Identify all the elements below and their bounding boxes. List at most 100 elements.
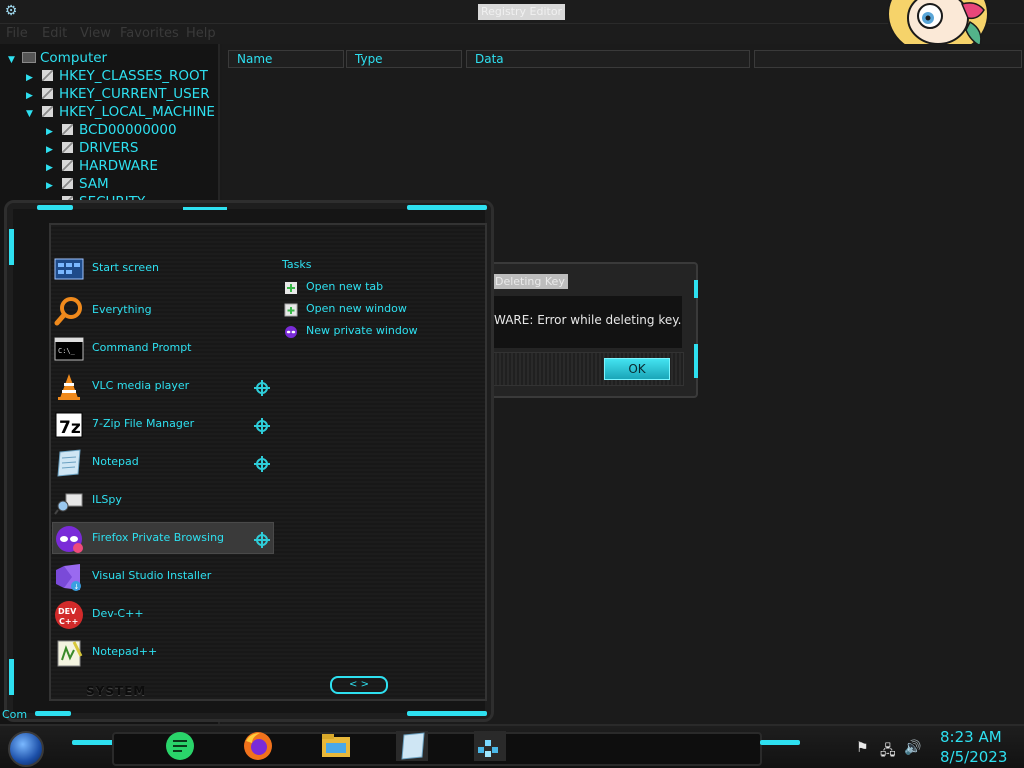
task-label: Open new window <box>306 302 407 315</box>
list-header: Name Type Data <box>222 50 1024 68</box>
file-explorer-icon[interactable] <box>320 731 352 761</box>
system-label: SYSTEM <box>86 684 147 698</box>
taskbar <box>0 724 1024 768</box>
folder-icon <box>42 88 53 99</box>
regedit-icon[interactable] <box>474 731 506 761</box>
folder-icon <box>62 142 73 153</box>
frame-accent <box>694 344 698 378</box>
tree-node-computer[interactable]: ▼ Computer <box>8 49 107 67</box>
tree-node-bcd[interactable]: ▶ BCD00000000 <box>46 121 177 139</box>
tree-label: Computer <box>40 50 108 66</box>
notepad-icon <box>57 449 81 477</box>
tree-node-hkcr[interactable]: ▶ HKEY_CLASSES_ROOT <box>26 67 208 85</box>
volume-icon[interactable]: 🔊 <box>904 740 921 756</box>
start-orb-button[interactable] <box>8 731 44 767</box>
start-item-label: 7-Zip File Manager <box>92 417 195 430</box>
pin-icon[interactable] <box>254 532 270 548</box>
start-item-label: Dev-C++ <box>92 607 144 620</box>
svg-text:↓: ↓ <box>74 583 80 591</box>
start-item-7zip[interactable]: 7z 7-Zip File Manager <box>52 408 272 442</box>
taskbar-track <box>112 732 762 766</box>
ok-button[interactable]: OK <box>604 358 670 380</box>
task-label: New private window <box>306 324 418 337</box>
folder-icon <box>62 124 73 135</box>
vlc-cone-icon <box>58 374 80 400</box>
start-item-vs-installer[interactable]: ↓ Visual Studio Installer <box>52 560 272 594</box>
tree-label: HKEY_LOCAL_MACHINE <box>59 104 215 120</box>
folder-icon <box>42 70 53 81</box>
start-item-label: Start screen <box>92 261 159 274</box>
start-item-label: Everything <box>92 303 152 316</box>
tree-node-hkcu[interactable]: ▶ HKEY_CURRENT_USER <box>26 85 210 103</box>
start-menu-nav-arrows[interactable]: < > <box>330 676 388 694</box>
task-label: Open new tab <box>306 280 384 293</box>
tree-label: DRIVERS <box>79 140 139 156</box>
svg-text:C:\_: C:\_ <box>58 347 76 355</box>
tree-node-drivers[interactable]: ▶ DRIVERS <box>46 139 138 157</box>
pin-icon[interactable] <box>254 380 270 396</box>
7zip-icon: 7z <box>55 412 83 438</box>
start-item-ilspy[interactable]: ILSpy <box>52 484 272 518</box>
start-item-label: ILSpy <box>92 493 122 506</box>
tree-label: BCD00000000 <box>79 122 177 138</box>
pin-icon[interactable] <box>254 456 270 472</box>
frame-accent <box>407 711 487 716</box>
search-icon <box>54 297 82 326</box>
start-item-label: Command Prompt <box>92 341 192 354</box>
tree-node-hardware[interactable]: ▶ HARDWARE <box>46 157 158 175</box>
error-message: WARE: Error while deleting key. <box>494 313 682 327</box>
start-item-label: VLC media player <box>92 379 190 392</box>
menu-favorites[interactable]: Favorites <box>120 26 179 41</box>
start-item-devcpp[interactable]: DEV C++ Dev-C++ <box>52 598 272 632</box>
tree-label: HKEY_CURRENT_USER <box>59 86 210 102</box>
frame-accent <box>407 205 487 210</box>
task-new-private-window[interactable]: New private window <box>284 323 424 341</box>
frame-accent <box>72 740 114 745</box>
frame-accent <box>694 280 698 298</box>
menu-bar: File Edit View Favorites Help <box>0 24 1024 44</box>
visual-studio-icon: ↓ <box>56 564 81 591</box>
start-item-notepadpp[interactable]: Notepad++ <box>52 636 272 670</box>
clock-time[interactable]: 8:23 AM <box>940 728 1002 746</box>
tree-node-hklm[interactable]: ▼ HKEY_LOCAL_MACHINE <box>26 103 215 121</box>
clock-date[interactable]: 8/5/2023 <box>940 748 1007 766</box>
flag-icon[interactable]: ⚑ <box>856 740 869 756</box>
ilspy-icon <box>54 493 83 515</box>
svg-text:7z: 7z <box>59 418 81 438</box>
start-item-label: Visual Studio Installer <box>92 569 212 582</box>
frame-accent <box>35 711 71 716</box>
title-bar[interactable]: ⚙ Registry Editor <box>0 0 1024 24</box>
notepad-icon[interactable] <box>396 731 428 761</box>
new-window-icon <box>284 303 298 317</box>
task-open-new-window[interactable]: Open new window <box>284 301 424 319</box>
notepadpp-icon <box>57 640 83 667</box>
start-item-notepad[interactable]: Notepad <box>52 446 272 480</box>
pin-icon[interactable] <box>254 418 270 434</box>
start-item-firefox-private[interactable]: Firefox Private Browsing <box>52 522 272 556</box>
start-item-vlc[interactable]: VLC media player <box>52 370 272 404</box>
new-tab-icon <box>285 282 297 294</box>
expand-chevron-icon[interactable]: ▼ <box>8 51 20 69</box>
menu-file[interactable]: File <box>6 26 28 41</box>
regedit-app-icon: ⚙ <box>4 3 18 19</box>
svg-text:DEV: DEV <box>58 607 77 616</box>
window-title: Registry Editor <box>478 4 566 20</box>
firefox-icon[interactable] <box>242 731 274 761</box>
task-open-new-tab[interactable]: Open new tab <box>284 279 424 297</box>
menu-help[interactable]: Help <box>186 26 216 41</box>
column-filler <box>754 50 1022 68</box>
notes-icon[interactable] <box>164 731 196 761</box>
expand-chevron-icon[interactable]: ▼ <box>26 105 38 123</box>
tasks-heading: Tasks <box>282 258 312 271</box>
tree-node-sam[interactable]: ▶ SAM <box>46 175 109 193</box>
tree-label: SAM <box>79 176 109 192</box>
start-item-start-screen[interactable]: Start screen <box>52 252 272 286</box>
network-icon[interactable]: 🖧 <box>880 740 896 764</box>
column-name[interactable]: Name <box>228 50 344 68</box>
column-type[interactable]: Type <box>346 50 462 68</box>
menu-view[interactable]: View <box>80 26 111 41</box>
start-item-command-prompt[interactable]: C:\_ Command Prompt <box>52 332 272 366</box>
start-item-everything[interactable]: Everything <box>52 294 272 328</box>
column-data[interactable]: Data <box>466 50 750 68</box>
menu-edit[interactable]: Edit <box>42 26 67 41</box>
